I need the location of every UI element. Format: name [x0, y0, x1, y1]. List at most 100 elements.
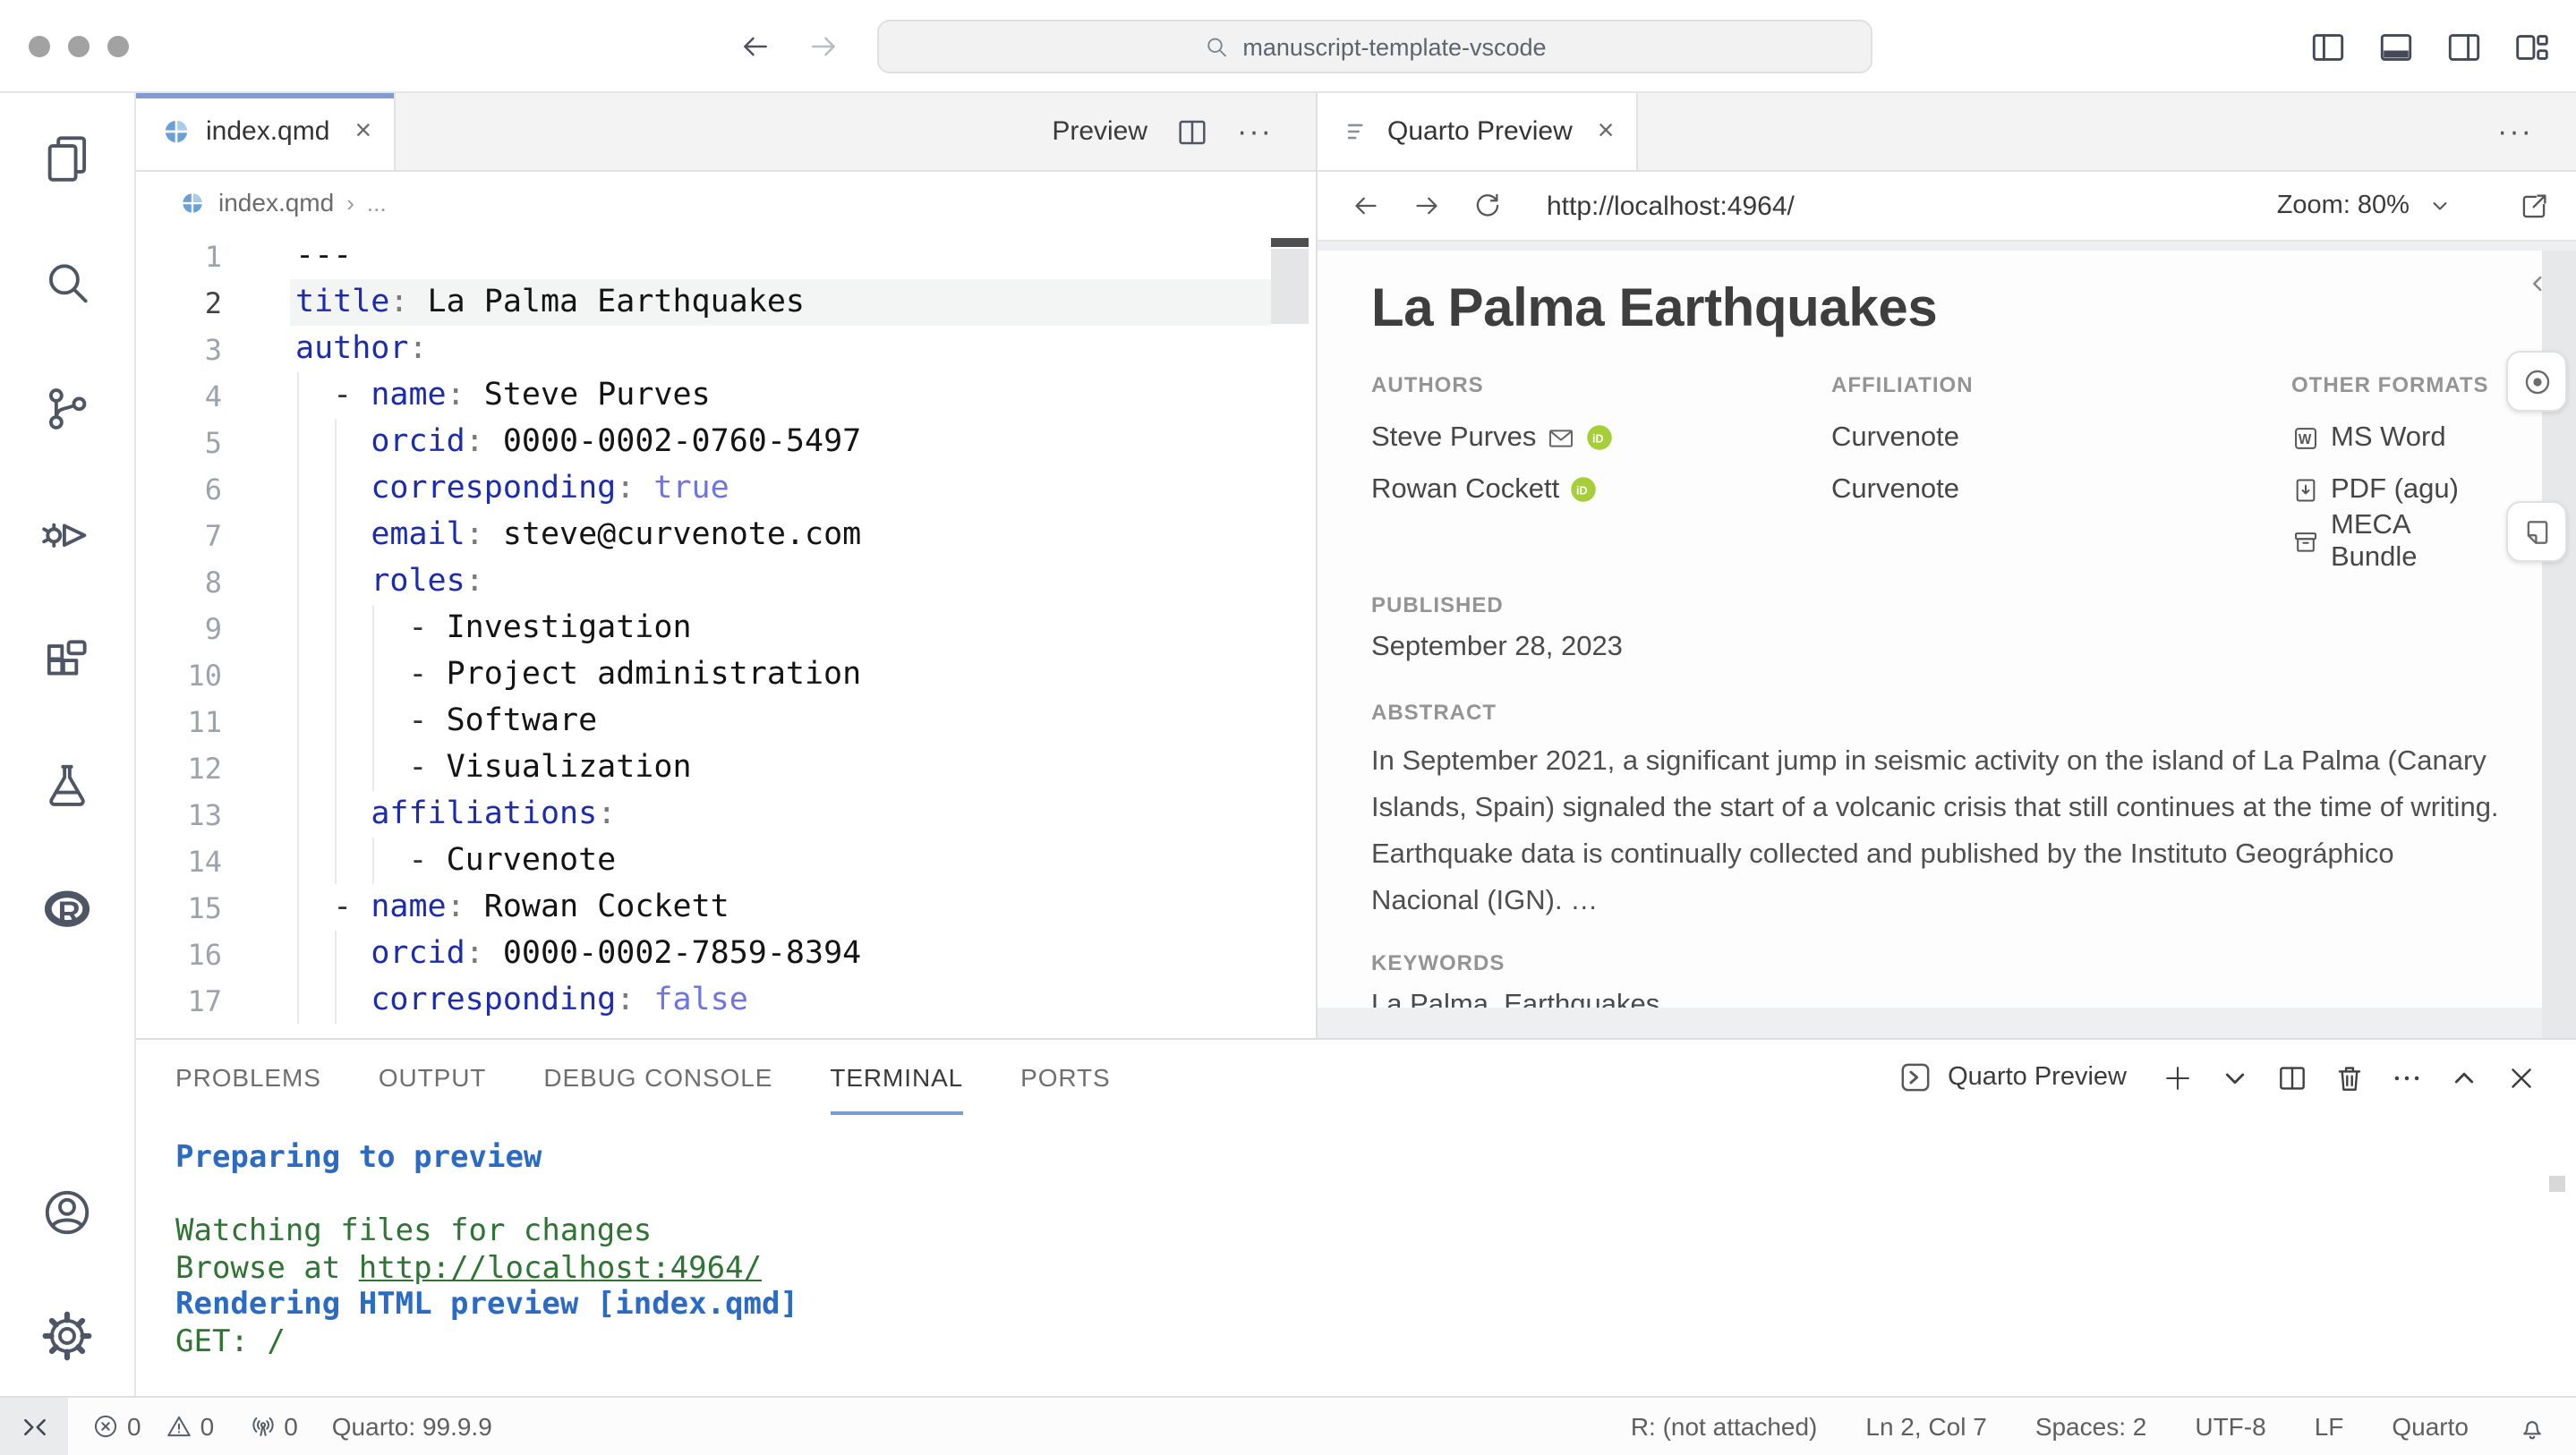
code-line[interactable]: 16 orcid: 0000-0002-7859-8394 [136, 931, 1316, 977]
sidebar-item-files-explorer[interactable] [28, 118, 107, 197]
sidebar-item-extensions[interactable] [28, 619, 107, 698]
editor-scrollbar[interactable] [1271, 249, 1309, 324]
breadcrumb-file[interactable]: index.qmd [218, 188, 334, 217]
back-icon[interactable] [1350, 190, 1382, 222]
panel-tab-problems[interactable]: PROBLEMS [175, 1040, 321, 1115]
panel-tab-terminal[interactable]: TERMINAL [830, 1040, 964, 1115]
code-line[interactable]: 10 - Project administration [136, 651, 1316, 698]
code-line[interactable]: 7 email: steve@curvenote.com [136, 512, 1316, 558]
affiliation-label: AFFILIATION [1831, 372, 1974, 397]
status-item[interactable]: 0 [165, 1412, 214, 1441]
sidebar-item-source-control[interactable] [28, 369, 107, 447]
window-dot[interactable] [29, 36, 50, 57]
code-line[interactable]: 15 - name: Rowan Cockett [136, 884, 1316, 931]
refresh-icon[interactable] [1471, 190, 1504, 222]
line-number: 8 [204, 565, 222, 599]
terminal-link[interactable]: http://localhost:4964/ [359, 1250, 762, 1286]
more-actions-icon[interactable]: ··· [2497, 114, 2533, 149]
panel-tab-output[interactable]: OUTPUT [379, 1040, 487, 1115]
more-actions-icon[interactable]: ··· [1237, 114, 1273, 149]
chevron-up-icon[interactable] [2447, 1060, 2481, 1094]
status-item[interactable]: Quarto [2392, 1412, 2469, 1441]
sidebar-item-run-debug[interactable] [28, 494, 107, 573]
trash-icon[interactable] [2333, 1060, 2367, 1094]
window-dot[interactable] [68, 36, 90, 57]
code-line[interactable]: 8 roles: [136, 558, 1316, 605]
sidebar-item-testing[interactable] [28, 745, 107, 823]
format-link[interactable]: W MS Word [2291, 412, 2499, 464]
envelope-icon[interactable] [1547, 423, 1575, 452]
terminal-output[interactable]: Preparing to preview Watching files for … [136, 1115, 2576, 1360]
status-item[interactable]: R: (not attached) [1631, 1412, 1818, 1441]
close-icon[interactable]: × [1598, 115, 1615, 148]
command-center-search[interactable]: manuscript-template-vscode [877, 20, 1872, 73]
sidebar-item-account[interactable] [28, 1172, 107, 1251]
history-back-icon[interactable] [738, 29, 773, 64]
error-icon [91, 1412, 120, 1441]
window-controls[interactable] [29, 36, 129, 57]
split-editor-icon[interactable] [2275, 1060, 2309, 1094]
forward-icon[interactable] [1411, 190, 1443, 222]
status-item[interactable]: Spaces: 2 [2035, 1412, 2147, 1441]
panel-scrollbar[interactable] [2549, 1176, 2565, 1192]
panel-tab-debug-console[interactable]: DEBUG CONSOLE [543, 1040, 772, 1115]
panel-bottom-icon[interactable] [2376, 26, 2417, 67]
orcid-icon[interactable]: iD [1570, 476, 1597, 503]
code-line[interactable]: 1 --- [136, 233, 1316, 279]
open-external-icon[interactable] [2517, 189, 2551, 223]
run-debug-icon [39, 506, 95, 561]
code-line[interactable]: 12 - Visualization [136, 745, 1316, 791]
add-icon[interactable] [2161, 1060, 2195, 1094]
meca-icon [2291, 527, 2320, 556]
code-line[interactable]: 3 author: [136, 326, 1316, 372]
status-item[interactable]: 0 [248, 1412, 298, 1441]
code-line[interactable]: 11 - Software [136, 698, 1316, 745]
focus-mode-button[interactable] [2506, 351, 2567, 412]
preview-button[interactable]: Preview [1052, 116, 1147, 147]
more-icon[interactable] [2390, 1060, 2424, 1094]
code-line[interactable]: 6 corresponding: true [136, 465, 1316, 512]
code-text: - Software [295, 703, 598, 739]
status-item[interactable]: LF [2315, 1412, 2344, 1441]
breadcrumb[interactable]: index.qmd › ... [136, 172, 1316, 233]
status-item[interactable]: Ln 2, Col 7 [1865, 1412, 1986, 1441]
preview-url[interactable]: http://localhost:4964/ [1547, 191, 1795, 221]
code-editor[interactable]: 1 --- 2 title: La Palma Earthquakes 3 author:… [136, 233, 1316, 1038]
sidebar-item-r-lang[interactable]: R [28, 870, 107, 949]
tab-quarto-preview[interactable]: Quarto Preview × [1318, 93, 1638, 170]
code-line[interactable]: 5 orcid: 0000-0002-0760-5497 [136, 419, 1316, 465]
remote-indicator[interactable] [0, 1398, 68, 1455]
code-line[interactable]: 2 title: La Palma Earthquakes [136, 279, 1316, 326]
status-item[interactable]: 0 [91, 1412, 141, 1441]
history-forward-icon[interactable] [806, 29, 841, 64]
format-link[interactable]: MECA Bundle [2291, 509, 2499, 572]
code-line[interactable]: 14 - Curvenote [136, 838, 1316, 884]
zoom-dropdown[interactable]: Zoom: 80% [2277, 191, 2452, 220]
status-item[interactable]: UTF-8 [2195, 1412, 2265, 1441]
panel-left-icon[interactable] [2307, 26, 2349, 67]
breadcrumb-more[interactable]: ... [367, 189, 387, 216]
code-line[interactable]: 17 corresponding: false [136, 977, 1316, 1024]
close-icon[interactable] [2504, 1060, 2538, 1094]
panel-tab-ports[interactable]: PORTS [1020, 1040, 1110, 1115]
code-line[interactable]: 4 - name: Steve Purves [136, 372, 1316, 419]
panel-right-icon[interactable] [2444, 26, 2485, 67]
status-item[interactable] [2517, 1411, 2547, 1442]
sidebar-item-settings-gear[interactable] [28, 1296, 107, 1374]
chevron-down-icon[interactable] [2218, 1060, 2252, 1094]
notes-button[interactable] [2506, 501, 2567, 562]
split-editor-icon[interactable] [1174, 114, 1210, 149]
sidebar-item-search[interactable] [28, 243, 107, 322]
collapse-rail-button[interactable] [2517, 263, 2556, 302]
code-line[interactable]: 9 - Investigation [136, 605, 1316, 651]
line-number: 6 [204, 472, 222, 506]
window-dot[interactable] [107, 36, 129, 57]
layout-customize-icon[interactable] [2512, 26, 2553, 67]
format-link[interactable]: PDF (agu) [2291, 464, 2499, 515]
orcid-icon[interactable]: iD [1586, 424, 1613, 451]
status-item[interactable]: Quarto: 99.9.9 [332, 1412, 492, 1441]
terminal-instance[interactable]: Quarto Preview [1898, 1059, 2127, 1095]
code-line[interactable]: 13 affiliations: [136, 791, 1316, 838]
close-icon[interactable]: × [354, 115, 371, 148]
tab-index-qmd[interactable]: index.qmd × [136, 93, 396, 170]
